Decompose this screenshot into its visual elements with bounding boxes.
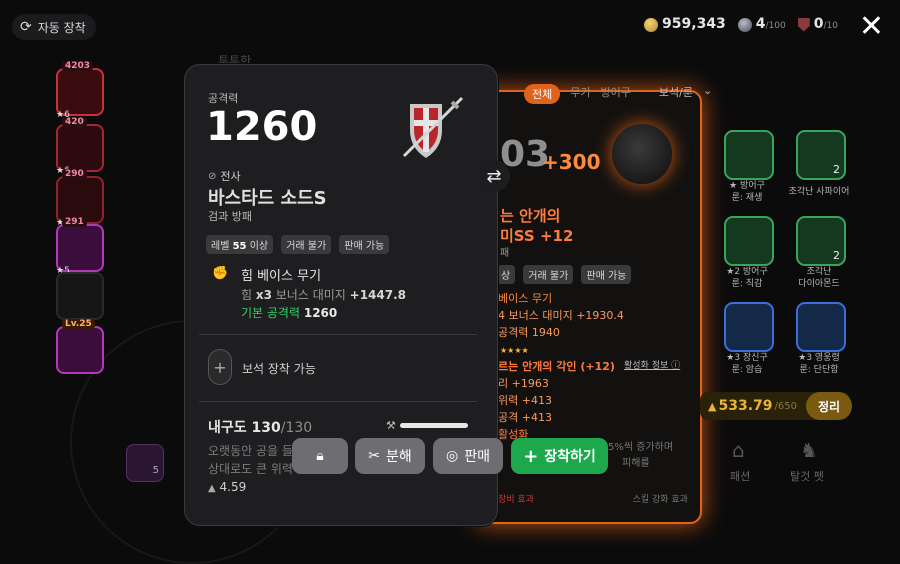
close-button[interactable]: ✕ bbox=[859, 12, 884, 42]
sword-shield-icon bbox=[398, 92, 468, 162]
warrior-class-icon: ⊘ bbox=[208, 170, 217, 182]
compare-note: 5%씩 증가하며 피해를 bbox=[608, 442, 674, 469]
gem-slot-label: 보석 장착 가능 bbox=[242, 362, 316, 376]
left-item-slot[interactable]: 420 ★6 bbox=[56, 117, 104, 176]
swap-compare-button[interactable]: ⇄ bbox=[478, 160, 510, 192]
item-tags: 레벨 55 이상 거래 불가 판매 가능 bbox=[206, 234, 392, 254]
bonus-stat: 힘 x3 보너스 대미지 +1447.8 bbox=[241, 288, 407, 302]
trade-tag: 거래 불가 bbox=[281, 235, 332, 254]
compare-stars: ★★★★ bbox=[500, 346, 529, 355]
gem-icon bbox=[737, 17, 752, 32]
sell-button[interactable]: ◎ 판매 bbox=[433, 438, 503, 474]
divider bbox=[199, 334, 477, 335]
durability-bar bbox=[400, 423, 468, 428]
base-attack: 기본 공격력 1260 bbox=[241, 306, 338, 320]
disassemble-icon: ✂ bbox=[368, 448, 380, 464]
gold-coin-icon bbox=[644, 17, 659, 32]
inventory-item[interactable] bbox=[796, 302, 846, 352]
divider bbox=[199, 401, 477, 402]
chevron-down-icon[interactable]: ⌄ bbox=[703, 84, 712, 104]
plus-icon: + bbox=[213, 357, 227, 377]
left-item-slot[interactable]: 4203 ★6 bbox=[56, 61, 104, 120]
inventory-item[interactable] bbox=[724, 216, 774, 266]
inventory-item[interactable]: 2 bbox=[796, 216, 846, 266]
inventory-item[interactable]: 2 bbox=[796, 130, 846, 180]
sell-tag: 판매 가능 bbox=[339, 235, 390, 254]
inventory-item[interactable] bbox=[724, 130, 774, 180]
compare-footer: 장비 효과 스킬 강화 효과 bbox=[498, 495, 688, 505]
auto-equip-label: 자동 장착 bbox=[37, 20, 86, 35]
class-row: ⊘ 전사 bbox=[208, 170, 241, 183]
mount-icon[interactable]: ♞ bbox=[800, 438, 818, 462]
compare-item-sub: 패 bbox=[500, 248, 510, 259]
left-item-slot[interactable] bbox=[56, 272, 104, 320]
lock-icon: 🔒︎ bbox=[316, 448, 324, 464]
compare-stats: 베이스 무기 4 보너스 대미지 +1930.4 공격력 1940 bbox=[498, 292, 624, 339]
item-name: 바스타드 소드S bbox=[208, 188, 327, 209]
repair-icon: ⚒ bbox=[386, 419, 396, 432]
durability: 내구도 130/130 bbox=[208, 420, 313, 436]
gem-counter: 4/100 bbox=[737, 16, 786, 32]
bottom-left-slot[interactable]: 5 bbox=[126, 444, 164, 482]
compare-attack-bonus: +300 bbox=[542, 150, 601, 174]
disassemble-button[interactable]: ✂ 분해 bbox=[355, 438, 425, 474]
activation-info-link[interactable]: 활성화 정보 ⓘ bbox=[624, 358, 680, 371]
tab-weapon[interactable]: 무기 bbox=[570, 84, 590, 104]
gold-counter: 959,343 bbox=[644, 16, 726, 32]
auto-equip-button[interactable]: ⟳ 자동 장착 bbox=[12, 14, 96, 40]
inventory-item-label: 조각난 사파이어 bbox=[788, 187, 850, 197]
tab-all[interactable]: 전체 bbox=[524, 84, 561, 104]
plus-icon: + bbox=[523, 445, 539, 467]
fist-icon: ✊ bbox=[212, 266, 229, 281]
left-item-slot[interactable]: 291 ★5 bbox=[56, 217, 104, 276]
emblem-counter: 0/10 bbox=[797, 16, 838, 32]
item-weight: ▲ 4.59 bbox=[208, 480, 247, 494]
compare-tags: 상 거래 불가 판매 가능 bbox=[496, 264, 634, 284]
hanger-icon[interactable]: ⌂ bbox=[732, 438, 745, 462]
inventory-item-label: ★2 방어구 룬: 직감 bbox=[726, 267, 768, 289]
weight-icon: ▲ bbox=[708, 399, 717, 413]
lock-button[interactable]: 🔒︎ bbox=[292, 438, 348, 474]
compare-engrave: 르는 안개의 각인 (+12) 리 +1963 위력 +413 공격 +413 … bbox=[498, 360, 615, 441]
item-description: 오랫동안 공을 들 상대로도 큰 위력 bbox=[208, 444, 293, 476]
item-subtitle: 검과 방패 bbox=[208, 210, 252, 223]
inventory-item-label: 조각난 다이아몬드 bbox=[798, 267, 840, 289]
gem-slot-add-button[interactable]: + bbox=[208, 349, 232, 385]
compare-item-name: 는 안개의 미SS +12 bbox=[500, 207, 574, 245]
base-weapon-title: 힘 베이스 무기 bbox=[241, 269, 322, 284]
currency-bar: 959,343 4/100 0/10 bbox=[644, 16, 838, 32]
compare-item-icon bbox=[612, 124, 672, 184]
sell-icon: ◎ bbox=[446, 448, 459, 464]
left-item-slot[interactable]: Lv.25 bbox=[56, 319, 104, 374]
tab-gem-rune[interactable]: 보석/룬 bbox=[659, 84, 693, 104]
equip-button[interactable]: + 장착하기 bbox=[511, 438, 608, 474]
inventory-item-label: ★3 장신구 룬: 암습 bbox=[726, 353, 768, 375]
fashion-label: 패션 bbox=[730, 470, 751, 483]
help-icon: ⓘ bbox=[671, 361, 681, 371]
mount-pet-label: 탈것 펫 bbox=[790, 470, 824, 483]
refresh-icon: ⟳ bbox=[20, 19, 32, 35]
level-requirement-tag: 레벨 55 이상 bbox=[206, 235, 274, 254]
filter-tabs: 전체 무기 방어구 보석/룬 ⌄ bbox=[524, 84, 712, 104]
inventory-item[interactable] bbox=[724, 302, 774, 352]
inventory-item-label: ★3 영웅령 룬: 단단함 bbox=[798, 353, 840, 375]
attack-value: 1260 bbox=[206, 104, 318, 150]
inventory-item-label: ★ 방어구 룬: 재생 bbox=[729, 181, 765, 203]
emblem-icon bbox=[797, 17, 810, 32]
tab-armor[interactable]: 방어구 bbox=[601, 84, 631, 104]
close-icon: ✕ bbox=[858, 9, 884, 44]
sort-button[interactable]: 정리 bbox=[806, 392, 852, 420]
swap-arrows-icon: ⇄ bbox=[486, 165, 502, 187]
weight-icon: ▲ bbox=[208, 483, 216, 494]
